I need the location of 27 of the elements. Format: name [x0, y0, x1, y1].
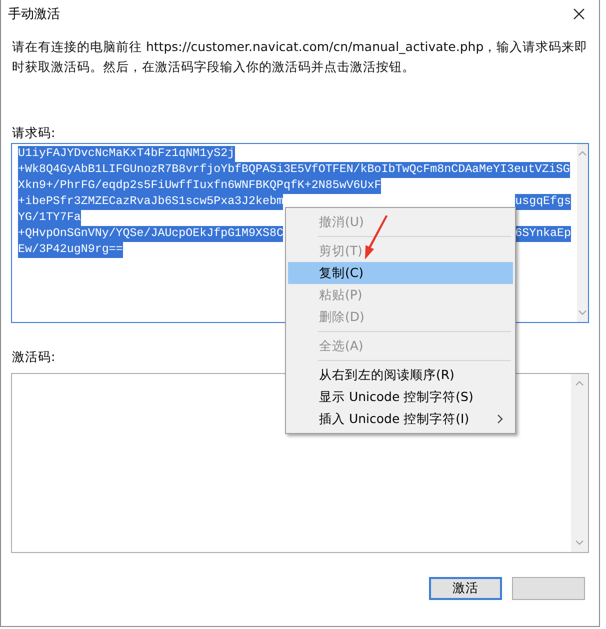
dialog-button[interactable]: 激活 — [429, 577, 502, 600]
annotation-arrow — [363, 214, 389, 262]
field-label: 激活码: — [12, 348, 56, 366]
code-text: U1iyFAJYDvcNcMaKxT4bFz1qNM1yS2j — [18, 146, 235, 162]
code-text: usgqEfgs — [515, 194, 571, 210]
field-label: 请求码: — [12, 124, 56, 142]
menu-item[interactable]: 插入 Unicode 控制字符(I) — [288, 408, 513, 430]
code-text: Ew/3P42ugN9rg== — [18, 242, 123, 258]
code-text: 6SYnkaEp — [515, 226, 571, 242]
menu-item[interactable]: 复制(C) — [288, 262, 513, 284]
scrollbar[interactable] — [577, 144, 588, 322]
code-text: +QHvpOnSGnVNy/YQSe/JAUcpOEkJfpG1M9XS8C — [18, 226, 284, 242]
menu-item[interactable]: 显示 Unicode 控制字符(S) — [288, 386, 513, 408]
dialog-button[interactable] — [512, 577, 585, 600]
instructions-text: 请在有连接的电脑前往 https://customer.navicat.com/cn/manual_activate.php，输入请求码来即时获取激活码。然后，在激活码字段输入你的激活码并点击激活按钮。 — [12, 38, 589, 76]
scroll-down-icon[interactable] — [578, 309, 587, 316]
code-text: Xkn9+/PhrFG/eqdp2s5FiUwffIuxfn6WNFBKQPqfK+2N85wV6UxF — [18, 178, 382, 194]
code-text: +Wk8Q4GyAbB1LIFGUnozR7B8vrfjoYbfBQPASi3E5VfOTFEN/kBoIbTwQcFm8nCDAaMeYI3eutVZiSG — [18, 162, 570, 178]
scroll-up-icon[interactable] — [578, 150, 587, 157]
close-icon[interactable] — [573, 8, 585, 20]
scroll-down-icon[interactable] — [575, 539, 584, 546]
window-title: 手动激活 — [8, 6, 60, 22]
scrollbar[interactable] — [571, 374, 588, 552]
code-text: YG/1TY7Fa — [18, 210, 81, 226]
menu-item[interactable]: 从右到左的阅读顺序(R) — [288, 364, 513, 386]
code-text: +ibePSfr3ZMZECazRvaJb6S1scw5Pxa3J2kebm — [18, 194, 284, 210]
scroll-up-icon[interactable] — [575, 380, 584, 387]
